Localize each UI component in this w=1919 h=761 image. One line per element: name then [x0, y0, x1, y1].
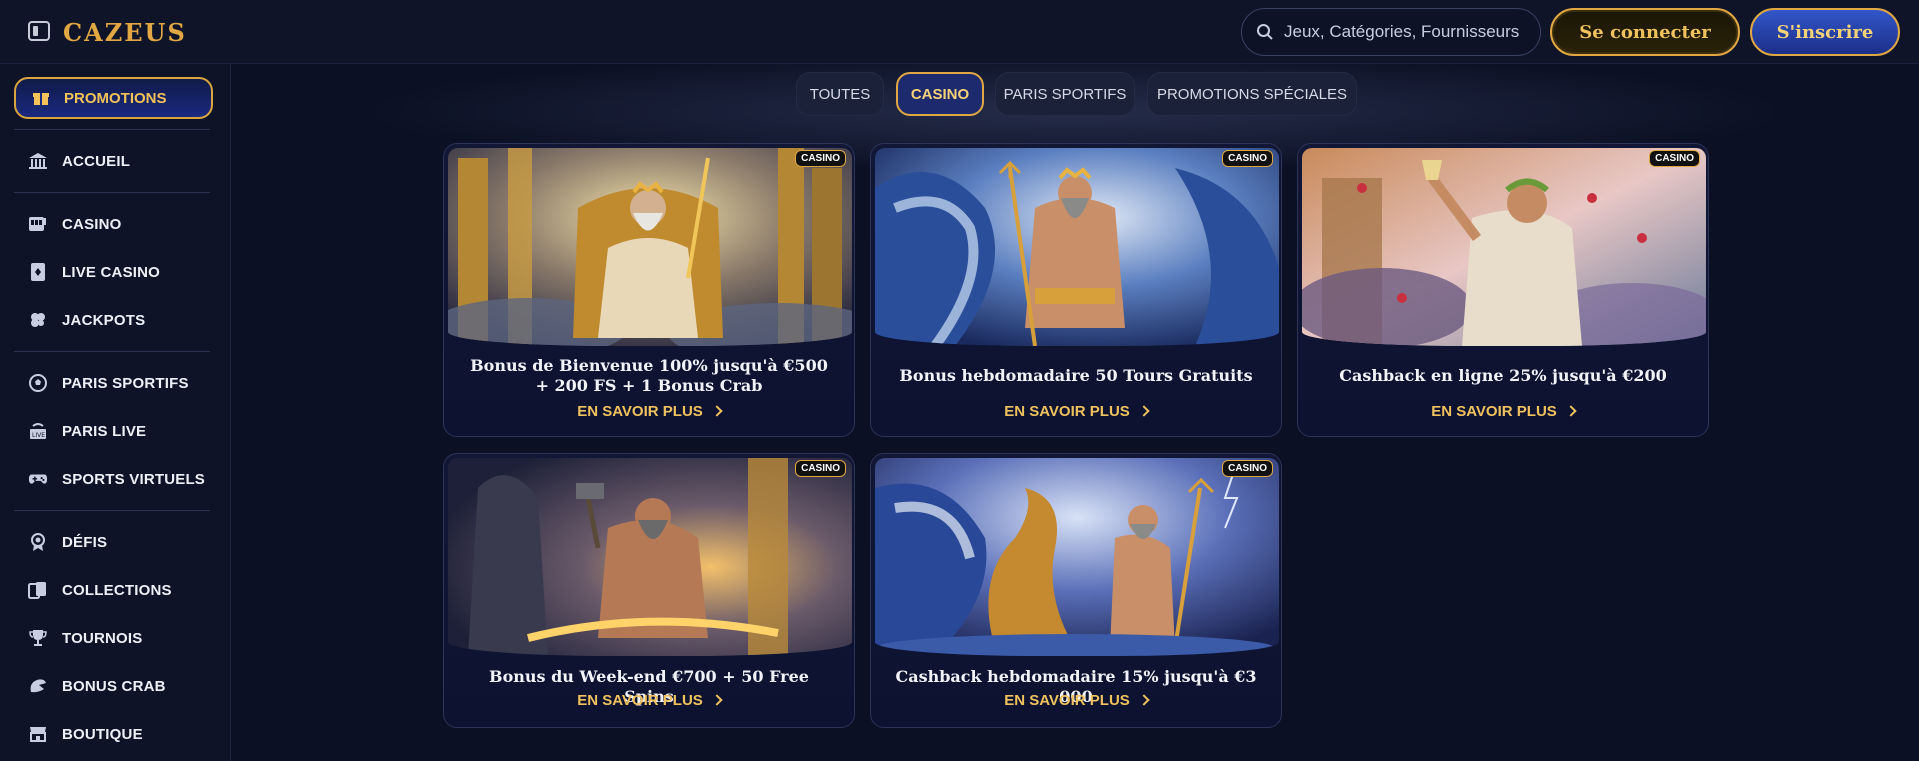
login-button[interactable]: Se connecter — [1550, 8, 1740, 56]
sidebar: PROMOTIONS ACCUEIL CASINO LIVE CASINO JA… — [0, 64, 231, 761]
sidebar-item-sports-virtuels[interactable]: SPORTS VIRTUELS — [28, 464, 205, 494]
promo-card[interactable]: CASINO Cashback en ligne 25% jusqu'à €20… — [1297, 143, 1709, 437]
claw-icon — [28, 676, 48, 696]
soccer-ball-icon — [28, 373, 48, 393]
chevron-right-icon — [711, 694, 723, 706]
divider — [14, 351, 210, 352]
search-icon — [1257, 24, 1273, 40]
sidebar-item-accueil[interactable]: ACCUEIL — [28, 146, 130, 176]
learn-more-link[interactable]: EN SAVOIR PLUS — [444, 403, 854, 420]
category-badge: CASINO — [795, 150, 846, 167]
sidebar-item-label: BONUS CRAB — [62, 677, 166, 695]
learn-more-label: EN SAVOIR PLUS — [577, 692, 703, 709]
trophy-icon — [28, 628, 48, 648]
category-badge: CASINO — [1222, 460, 1273, 477]
sidebar-item-label: JACKPOTS — [62, 311, 146, 329]
promo-card[interactable]: CASINO Bonus hebdomadaire 50 Tours Gratu… — [870, 143, 1282, 437]
learn-more-link[interactable]: EN SAVOIR PLUS — [1298, 403, 1708, 420]
live-tv-icon: LIVE — [28, 421, 48, 441]
chevron-right-icon — [711, 405, 723, 417]
category-badge: CASINO — [795, 460, 846, 477]
learn-more-link[interactable]: EN SAVOIR PLUS — [871, 692, 1281, 709]
chevron-right-icon — [1138, 694, 1150, 706]
medal-icon — [28, 532, 48, 552]
shop-icon — [28, 724, 48, 744]
sidebar-item-label: PROMOTIONS — [64, 89, 167, 107]
divider — [14, 129, 210, 130]
sidebar-item-bonus-crab[interactable]: BONUS CRAB — [28, 671, 166, 701]
divider — [14, 510, 210, 511]
sidebar-item-collections[interactable]: COLLECTIONS — [28, 575, 172, 605]
clover-icon — [28, 310, 48, 330]
tab-promotions-speciales[interactable]: PROMOTIONS SPÉCIALES — [1147, 72, 1357, 116]
promo-card[interactable]: CASINO Bonus du Week-end €700 + 50 Free … — [443, 453, 855, 728]
tab-toutes[interactable]: TOUTES — [796, 72, 884, 116]
divider — [14, 192, 210, 193]
cards-icon — [28, 580, 48, 600]
sidebar-item-label: DÉFIS — [62, 533, 108, 551]
promo-card-title: Bonus hebdomadaire 50 Tours Gratuits — [899, 366, 1253, 385]
sidebar-item-label: CASINO — [62, 215, 122, 233]
category-badge: CASINO — [1222, 150, 1273, 167]
chevron-right-icon — [1565, 405, 1577, 417]
bank-icon — [28, 151, 48, 171]
category-badge: CASINO — [1649, 150, 1700, 167]
learn-more-link[interactable]: EN SAVOIR PLUS — [444, 692, 854, 709]
sidebar-item-promotions[interactable]: PROMOTIONS — [14, 77, 213, 119]
slot-machine-icon — [28, 214, 48, 234]
tab-casino[interactable]: CASINO — [896, 72, 984, 116]
promo-card[interactable]: CASINO Cashback hebdomadaire 15% jusqu'à… — [870, 453, 1282, 728]
promo-card[interactable]: CASINO Bonus de Bienvenue 100% jusqu'à €… — [443, 143, 855, 437]
promo-card-title: Cashback en ligne 25% jusqu'à €200 — [1339, 366, 1667, 385]
signup-button[interactable]: S'inscrire — [1750, 8, 1900, 56]
sidebar-item-label: TOURNOIS — [62, 629, 143, 647]
sidebar-item-tournois[interactable]: TOURNOIS — [28, 623, 143, 653]
search-bar[interactable] — [1241, 8, 1541, 56]
sidebar-item-defis[interactable]: DÉFIS — [28, 527, 107, 557]
sidebar-toggle-icon[interactable] — [28, 21, 50, 41]
learn-more-link[interactable]: EN SAVOIR PLUS — [871, 403, 1281, 420]
top-header: CAZEUS Se connecter S'inscrire — [0, 0, 1919, 64]
sidebar-item-label: SPORTS VIRTUELS — [62, 470, 206, 488]
sidebar-item-paris-sportifs[interactable]: PARIS SPORTIFS — [28, 368, 189, 398]
chevron-right-icon — [1138, 405, 1150, 417]
learn-more-label: EN SAVOIR PLUS — [1431, 403, 1557, 420]
learn-more-label: EN SAVOIR PLUS — [1004, 692, 1130, 709]
playing-card-icon — [28, 262, 48, 282]
promo-card-image — [875, 458, 1279, 656]
gift-icon — [33, 93, 49, 105]
promo-card-image — [1302, 148, 1706, 346]
search-input[interactable] — [1284, 22, 1534, 42]
sidebar-item-label: ACCUEIL — [62, 152, 131, 170]
promo-card-image — [875, 148, 1279, 346]
sidebar-item-label: LIVE CASINO — [62, 263, 161, 281]
gamepad-icon — [28, 469, 48, 489]
promo-card-image — [448, 458, 852, 656]
sidebar-item-label: BOUTIQUE — [62, 725, 143, 743]
sidebar-item-jackpots[interactable]: JACKPOTS — [28, 305, 145, 335]
sidebar-item-label: PARIS SPORTIFS — [62, 374, 189, 392]
promo-card-title: Bonus de Bienvenue 100% jusqu'à €500 + 2… — [470, 356, 828, 395]
sidebar-item-live-casino[interactable]: LIVE CASINO — [28, 257, 160, 287]
sidebar-item-boutique[interactable]: BOUTIQUE — [28, 719, 143, 749]
svg-text:LIVE: LIVE — [32, 432, 45, 439]
sidebar-item-label: PARIS LIVE — [62, 422, 147, 440]
sidebar-item-label: COLLECTIONS — [62, 581, 172, 599]
tab-paris-sportifs[interactable]: PARIS SPORTIFS — [995, 72, 1135, 116]
logo[interactable]: CAZEUS — [63, 18, 187, 47]
promo-card-image — [448, 148, 852, 346]
learn-more-label: EN SAVOIR PLUS — [577, 403, 703, 420]
sidebar-item-casino[interactable]: CASINO — [28, 209, 122, 239]
sidebar-item-paris-live[interactable]: LIVE PARIS LIVE — [28, 416, 146, 446]
learn-more-label: EN SAVOIR PLUS — [1004, 403, 1130, 420]
